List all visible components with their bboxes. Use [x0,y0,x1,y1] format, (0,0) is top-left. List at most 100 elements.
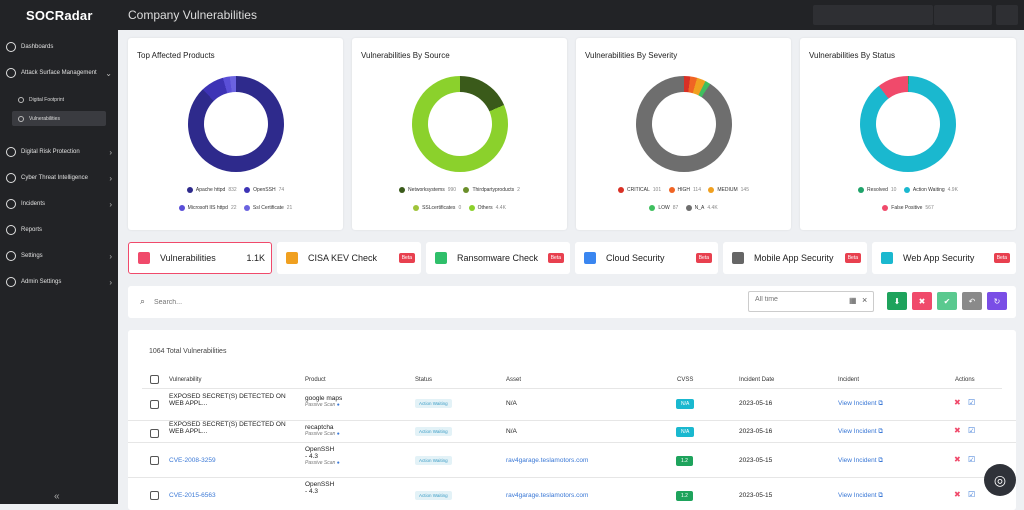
chart-card-top-products: Top Affected Products Apache httpd 832 Op… [128,38,343,230]
tab-color-marker [138,252,150,264]
chevron-right-icon: › [109,277,112,287]
view-incident-link[interactable]: View Incident ⧉ [838,492,883,500]
donut-chart [635,76,732,172]
legend-item: CRITICAL 101 [617,187,661,193]
asset-link[interactable]: rav4garage.teslamotors.com [506,492,588,499]
undo-icon: ↶ [968,296,976,306]
download-icon: ⬇ [893,296,901,306]
sidebar-item-reports[interactable]: Reports [0,220,118,240]
header-cvss[interactable]: CVSS [677,377,693,383]
chevron-right-icon: › [109,147,112,157]
search-input[interactable] [154,294,554,310]
legend-item: LOW 87 [649,205,678,211]
table-row[interactable]: EXPOSED SECRET(S) DETECTED ON WEB APPL...… [128,421,1016,443]
help-button[interactable]: ◎ [984,464,1016,496]
view-incident-link[interactable]: View Incident ⧉ [838,428,883,436]
legend-item: Others 4.4K [468,205,506,211]
chart-title: Top Affected Products [137,51,215,60]
row-checkbox[interactable] [150,400,159,409]
tab-cloud-security[interactable]: Cloud Security Beta [575,242,718,274]
sidebar-item-incidents[interactable]: Incidents › [0,194,118,214]
refresh-button[interactable]: ↻ [987,292,1007,310]
status-badge: Action Waiting [415,456,452,465]
product-cell: OpenSSH - 4.3 [305,481,335,495]
sidebar-item-cti[interactable]: Cyber Threat Intelligence › [0,168,118,188]
view-incident-link[interactable]: View Incident ⧉ [838,400,883,408]
sidebar-item-admin-settings[interactable]: Admin Settings › [0,272,118,292]
tab-ransomware[interactable]: Ransomware Check Beta [426,242,570,274]
false-positive-icon[interactable]: ✖ [954,455,961,464]
table-row[interactable]: EXPOSED SECRET(S) DETECTED ON WEB APPL...… [128,388,1016,421]
tab-mobile-app-security[interactable]: Mobile App Security Beta [723,242,867,274]
tab-vulnerabilities[interactable]: Vulnerabilities 1.1K [128,242,272,274]
false-positive-button[interactable]: ✖ [912,292,932,310]
incident-date: 2023-05-15 [739,492,773,499]
false-positive-icon[interactable]: ✖ [954,398,961,407]
row-checkbox[interactable] [150,456,159,465]
view-incident-link[interactable]: View Incident ⧉ [838,457,883,465]
top-bar: Company Vulnerabilities [118,0,1024,30]
header-status[interactable]: Status [415,377,432,383]
menu-icon[interactable] [996,5,1018,25]
company-selector[interactable] [813,5,933,25]
header-vulnerability[interactable]: Vulnerability [169,377,201,383]
chart-legend: Apache httpd 832 OpenSSH 74 [128,187,343,195]
donut-chart [411,76,508,172]
legend-swatch [858,187,865,193]
legend-swatch [685,205,692,211]
external-link-icon: ⧉ [878,400,884,407]
legend-item: Networksystems 990 [399,187,456,193]
select-all-checkbox[interactable] [150,375,159,384]
header-asset[interactable]: Asset [506,377,521,383]
legend-item: MEDIUM 145 [708,187,749,193]
vulnerability-name[interactable]: EXPOSED SECRET(S) DETECTED ON WEB APPL... [169,421,286,435]
clear-icon[interactable]: × [862,295,867,305]
edit-icon[interactable]: ☑ [968,426,975,435]
collapse-sidebar-icon[interactable]: « [54,491,60,502]
beta-badge: Beta [695,253,712,263]
legend-swatch [649,205,656,211]
total-count: 1064 Total Vulnerabilities [149,348,227,355]
report-icon [6,225,16,235]
admin-gear-icon [6,277,16,287]
header-product[interactable]: Product [305,377,326,383]
header-incident-date[interactable]: Incident Date [739,377,774,383]
edit-icon[interactable]: ☑ [968,455,975,464]
calendar-icon[interactable]: ▦ [849,296,857,305]
header-incident[interactable]: Incident [838,377,859,383]
thumbs-down-icon: ✖ [918,296,926,306]
sidebar-item-digital-risk[interactable]: Digital Risk Protection › [0,142,118,162]
table-row[interactable]: CVE-2015-6563 OpenSSH - 4.3 Action Waitin… [128,478,1016,510]
false-positive-icon[interactable]: ✖ [954,490,961,499]
tab-web-app-security[interactable]: Web App Security Beta [872,242,1016,274]
table-row[interactable]: CVE-2008-3259 OpenSSH - 4.3 Passive Scan ●… [128,443,1016,478]
asset-link[interactable]: rav4garage.teslamotors.com [506,457,588,464]
external-link-icon: ⧉ [878,428,884,435]
user-menu[interactable] [934,5,992,25]
sidebar-subitem-digital-footprint[interactable]: Digital Footprint [12,92,106,107]
undo-button[interactable]: ↶ [962,292,982,310]
date-range-input[interactable] [755,296,835,303]
row-checkbox[interactable] [150,491,159,500]
tab-cisa-kev[interactable]: CISA KEV Check Beta [277,242,421,274]
sidebar-item-attack-surface[interactable]: Attack Surface Management ⌄ [0,63,118,83]
resolve-button[interactable]: ✔ [937,292,957,310]
edit-icon[interactable]: ☑ [968,398,975,407]
header-actions: Actions [955,377,975,383]
vulnerability-name[interactable]: CVE-2008-3259 [169,457,216,464]
sidebar-subitem-vulnerabilities[interactable]: Vulnerabilities [12,111,106,126]
refresh-icon: ↻ [993,296,1001,306]
vulnerability-name[interactable]: EXPOSED SECRET(S) DETECTED ON WEB APPL... [169,393,286,407]
sidebar-item-dashboards[interactable]: Dashboards [0,37,118,57]
row-checkbox[interactable] [150,429,159,438]
sidebar-item-settings[interactable]: Settings › [0,246,118,266]
donut-chart [860,76,956,172]
legend-item: Action Waiting 4.9K [903,187,958,193]
incident-date: 2023-05-16 [739,428,773,435]
date-range-field[interactable]: ▦ × [748,291,874,312]
export-button[interactable]: ⬇ [887,292,907,310]
chart-title: Vulnerabilities By Source [361,51,450,60]
vulnerability-name[interactable]: CVE-2015-6563 [169,492,216,499]
edit-icon[interactable]: ☑ [968,490,975,499]
false-positive-icon[interactable]: ✖ [954,426,961,435]
